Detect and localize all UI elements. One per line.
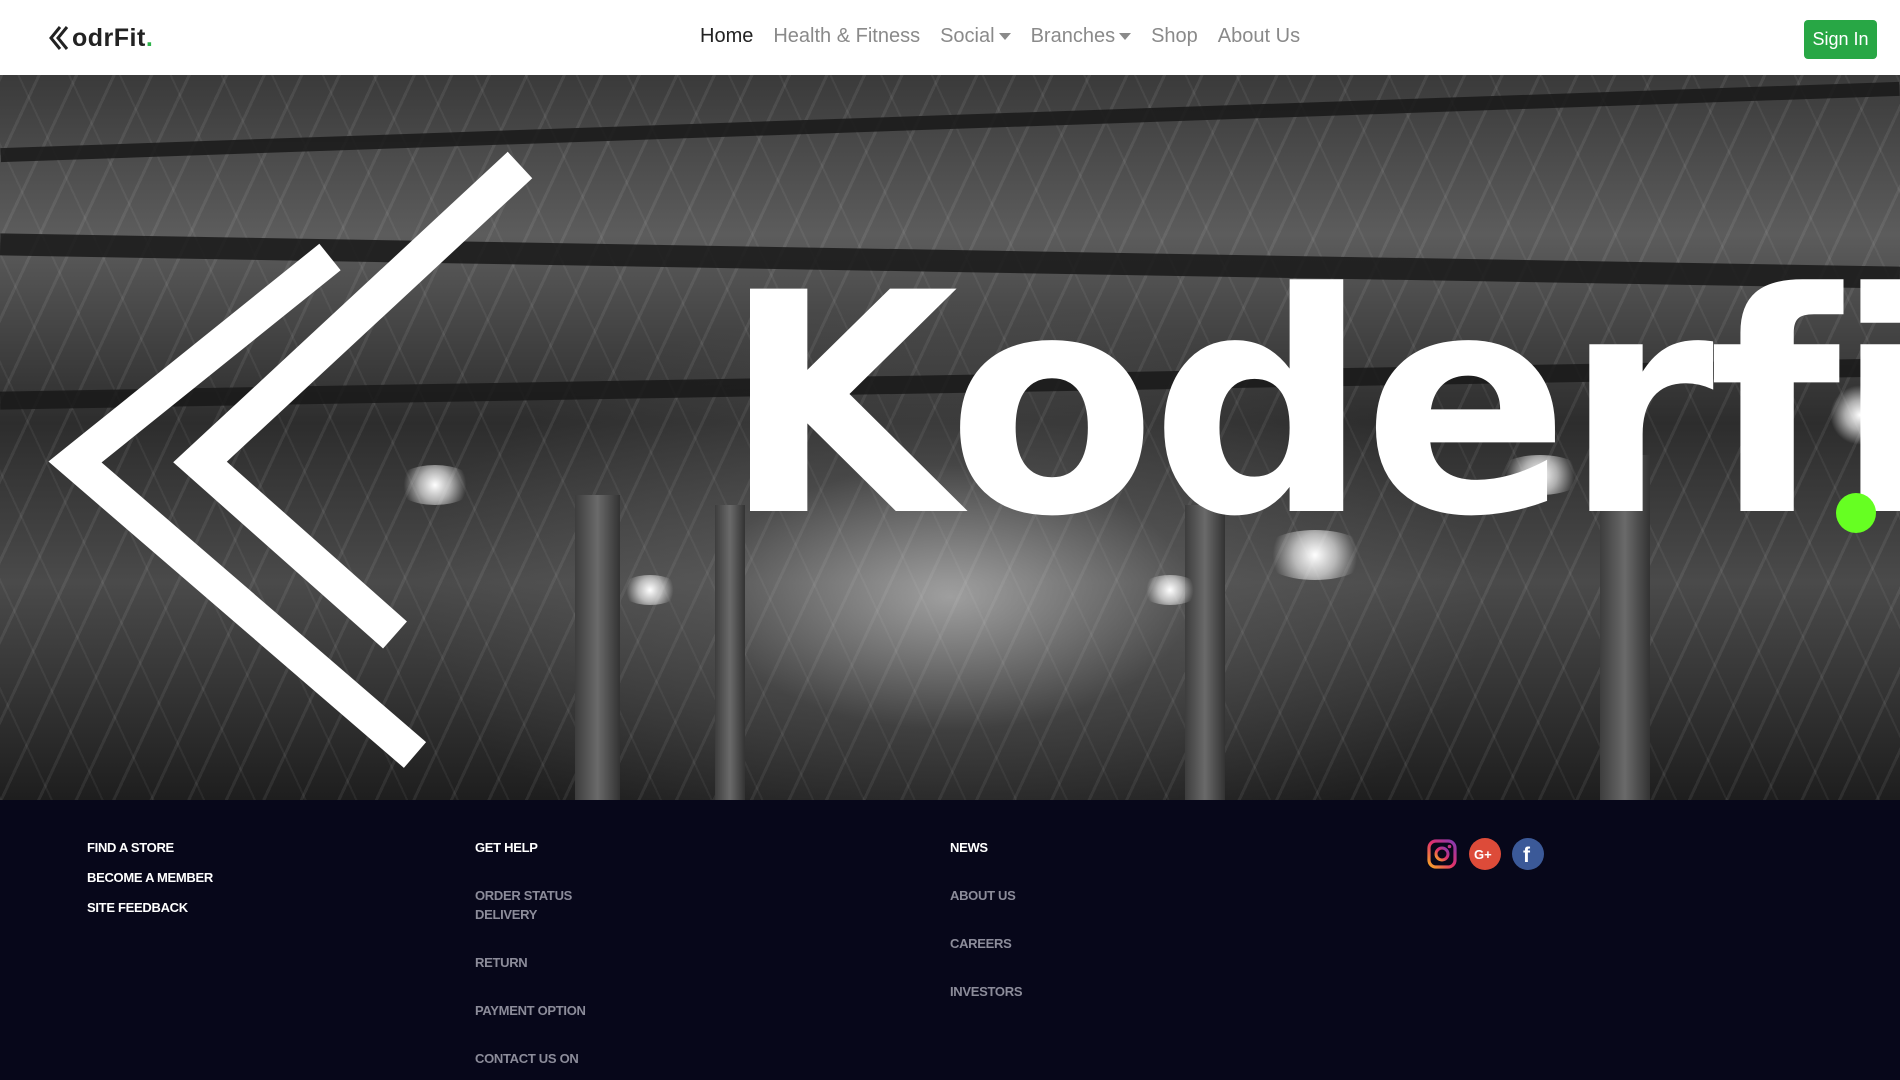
brand-name: odrFit: [72, 23, 146, 52]
footer-link-investors[interactable]: INVESTORS: [950, 982, 1023, 1001]
double-chevron-logo-icon: [49, 26, 69, 50]
nav-about-us[interactable]: About Us: [1218, 25, 1300, 48]
social-links: G+ f: [1426, 838, 1544, 870]
footer-heading-news: NEWS: [950, 840, 988, 855]
footer-link-contact-us[interactable]: CONTACT US ON: [475, 1049, 586, 1068]
hero-banner: Koderfit: [0, 75, 1900, 800]
navbar: odrFit . Home Health & Fitness Social Br…: [0, 0, 1900, 75]
footer-link-become-member[interactable]: BECOME A MEMBER: [87, 868, 213, 887]
footer-link-about-us[interactable]: ABOUT US: [950, 886, 1022, 905]
footer-link-payment-option[interactable]: PAYMENT OPTION: [475, 1001, 586, 1020]
footer-link-site-feedback[interactable]: SITE FEEDBACK: [87, 898, 213, 917]
nav-health-fitness[interactable]: Health & Fitness: [773, 25, 920, 48]
nav-shop[interactable]: Shop: [1151, 25, 1198, 48]
nav-home[interactable]: Home: [700, 25, 753, 48]
footer-col-news: NEWS ABOUT US CAREERS INVESTORS: [950, 838, 1023, 1001]
svg-text:G+: G+: [1474, 847, 1492, 862]
footer-link-find-store[interactable]: FIND A STORE: [87, 838, 213, 857]
footer-link-careers[interactable]: CAREERS: [950, 934, 1022, 953]
footer-col-stores: FIND A STORE BECOME A MEMBER SITE FEEDBA…: [87, 838, 213, 917]
footer-col-get-help: GET HELP ORDER STATUS DELIVERY RETURN PA…: [475, 838, 586, 1068]
footer-link-return[interactable]: RETURN: [475, 953, 586, 972]
nav-social[interactable]: Social: [940, 25, 1011, 48]
chevron-down-icon: [998, 33, 1011, 40]
nav-branches[interactable]: Branches: [1031, 25, 1132, 48]
main-nav: Home Health & Fitness Social Branches Sh…: [700, 25, 1300, 48]
hero-wordmark: Koderfit: [722, 228, 1900, 583]
footer-link-order-status[interactable]: ORDER STATUS: [475, 886, 586, 905]
footer-heading-get-help: GET HELP: [475, 840, 538, 855]
brand-logo[interactable]: odrFit .: [48, 21, 153, 55]
footer-link-delivery[interactable]: DELIVERY: [475, 905, 586, 924]
svg-text:f: f: [1523, 844, 1531, 867]
hero-wordmark-dot: [1836, 493, 1876, 533]
google-plus-icon[interactable]: G+: [1469, 838, 1501, 870]
chevron-down-icon: [1119, 33, 1132, 40]
brand-dot: .: [145, 23, 153, 52]
nav-branches-label: Branches: [1030, 25, 1116, 47]
footer: FIND A STORE BECOME A MEMBER SITE FEEDBA…: [0, 800, 1900, 1080]
facebook-icon[interactable]: f: [1512, 838, 1544, 870]
nav-social-label: Social: [940, 25, 995, 47]
instagram-icon[interactable]: [1426, 838, 1458, 870]
sign-in-button[interactable]: Sign In: [1804, 20, 1877, 59]
